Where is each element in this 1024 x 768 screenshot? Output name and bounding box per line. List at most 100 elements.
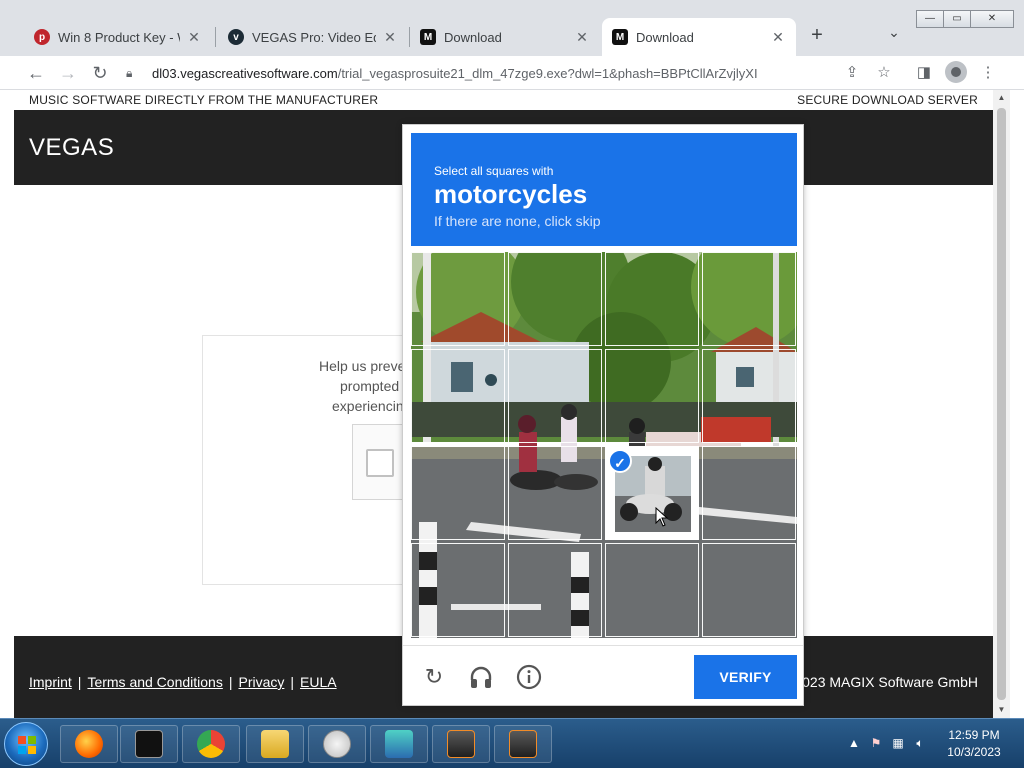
scroll-down-arrow-icon[interactable]: ▼ xyxy=(993,702,1010,718)
close-icon[interactable]: ✕ xyxy=(770,29,786,46)
tab-search-chevron-icon[interactable]: ⌄ xyxy=(884,24,904,44)
tab-win8-product-key[interactable]: p Win 8 Product Key - Wi ✕ xyxy=(24,18,212,56)
captcha-tile[interactable] xyxy=(702,543,796,637)
new-tab-button[interactable]: + xyxy=(804,22,830,48)
url-text: dl03.vegascreativesoftware.com/trial_veg… xyxy=(152,66,758,81)
card-text-line: experiencin xyxy=(332,398,404,414)
action-center-icon[interactable]: ⚑ xyxy=(868,735,884,751)
vegas-app-icon xyxy=(509,730,537,758)
scrollbar-thumb[interactable] xyxy=(997,108,1006,700)
tab-title: VEGAS Pro: Video Editin xyxy=(252,29,376,45)
captcha-tile[interactable] xyxy=(702,252,796,346)
share-icon[interactable]: ⇪ xyxy=(840,61,864,85)
tab-download-1[interactable]: M Download ✕ xyxy=(410,18,600,56)
captcha-tile[interactable] xyxy=(508,446,602,540)
taskbar-vegas-1[interactable] xyxy=(432,725,490,763)
verify-button[interactable]: VERIFY xyxy=(694,655,797,699)
taskbar-chrome[interactable] xyxy=(182,725,240,763)
browser-toolbar: ← → ↻ 🔒︎ dl03.vegascreativesoftware.com/… xyxy=(0,56,1024,90)
link-separator: | xyxy=(290,674,295,690)
tab-download-active[interactable]: M Download ✕ xyxy=(602,18,796,56)
captcha-challenge: Select all squares with motorcycles If t… xyxy=(402,124,804,706)
tab-favicon: p xyxy=(34,29,50,45)
info-icon[interactable] xyxy=(516,664,542,690)
lock-icon: 🔒︎ xyxy=(126,65,133,80)
maximize-button[interactable]: ▭ xyxy=(943,10,971,28)
taskbar-installer[interactable] xyxy=(370,725,428,763)
top-strip: MUSIC SOFTWARE DIRECTLY FROM THE MANUFAC… xyxy=(14,90,993,110)
taskbar-explorer[interactable] xyxy=(246,725,304,763)
captcha-tile[interactable] xyxy=(411,252,505,346)
vegas-logo[interactable]: VEGAS xyxy=(29,134,114,162)
captcha-tile-selected[interactable]: ✓ xyxy=(605,446,699,540)
refresh-icon[interactable]: ↻ xyxy=(421,664,447,690)
installer-icon xyxy=(385,730,413,758)
footer-link-terms[interactable]: Terms and Conditions xyxy=(87,674,222,690)
tab-title: Win 8 Product Key - Wi xyxy=(58,29,180,45)
side-panel-icon[interactable]: ◨ xyxy=(912,61,936,85)
captcha-tile[interactable] xyxy=(411,446,505,540)
taskbar-clock-app[interactable] xyxy=(308,725,366,763)
close-window-button[interactable]: ✕ xyxy=(970,10,1014,28)
page-scrollbar[interactable]: ▲ ▼ xyxy=(993,90,1010,718)
captcha-tile[interactable] xyxy=(605,349,699,443)
tab-favicon: M xyxy=(420,29,436,45)
captcha-tile[interactable] xyxy=(508,252,602,346)
captcha-checkbox-widget xyxy=(352,424,408,500)
footer-links: Imprint | Terms and Conditions | Privacy | EUL… xyxy=(29,674,337,690)
close-icon[interactable]: ✕ xyxy=(382,29,398,46)
captcha-tile[interactable] xyxy=(605,543,699,637)
captcha-tile[interactable] xyxy=(605,252,699,346)
network-icon[interactable]: ▦ xyxy=(890,735,906,751)
footer-link-eula[interactable]: EULA xyxy=(300,674,337,690)
taskbar-firefox[interactable] xyxy=(60,725,118,763)
captcha-tile[interactable] xyxy=(411,349,505,443)
volume-muted-icon[interactable]: 🔈︎ xyxy=(912,735,928,751)
tab-strip: p Win 8 Product Key - Wi ✕ v VEGAS Pro: … xyxy=(0,0,1024,56)
captcha-skip-hint: If there are none, click skip xyxy=(434,213,601,229)
footer-link-privacy[interactable]: Privacy xyxy=(238,674,284,690)
taskbar-cmd[interactable] xyxy=(120,725,178,763)
vegas-app-icon xyxy=(447,730,475,758)
tab-favicon: v xyxy=(228,29,244,45)
start-button[interactable] xyxy=(4,722,48,766)
captcha-image-grid: ✓ xyxy=(411,252,797,638)
forward-arrow-icon[interactable]: → xyxy=(56,61,80,85)
copyright-text: 2023 MAGIX Software GmbH xyxy=(794,674,978,690)
captcha-tile[interactable] xyxy=(508,349,602,443)
show-hidden-icons-arrow-icon[interactable]: ▲ xyxy=(846,735,862,751)
captcha-checkbox[interactable] xyxy=(366,449,394,477)
close-icon[interactable]: ✕ xyxy=(186,29,202,46)
headphones-icon[interactable] xyxy=(468,664,494,690)
tab-vegas-pro[interactable]: v VEGAS Pro: Video Editin ✕ xyxy=(218,18,408,56)
captcha-keyword: motorcycles xyxy=(434,179,588,209)
link-separator: | xyxy=(228,674,233,690)
firefox-icon xyxy=(75,730,103,758)
address-bar[interactable]: 🔒︎ dl03.vegascreativesoftware.com/trial_… xyxy=(120,60,828,86)
browser-window: p Win 8 Product Key - Wi ✕ v VEGAS Pro: … xyxy=(0,0,1024,718)
mouse-cursor-icon xyxy=(655,507,669,527)
captcha-tile[interactable] xyxy=(411,543,505,637)
minimize-button[interactable]: — xyxy=(916,10,944,28)
tab-favicon: M xyxy=(612,29,628,45)
clock-time: 12:59 PM xyxy=(948,728,1000,742)
back-arrow-icon[interactable]: ← xyxy=(24,61,48,85)
captcha-tile[interactable] xyxy=(702,446,796,540)
link-separator: | xyxy=(77,674,82,690)
reload-icon[interactable]: ↻ xyxy=(88,61,112,85)
captcha-tile[interactable] xyxy=(508,543,602,637)
profile-avatar[interactable] xyxy=(945,61,967,83)
footer-link-imprint[interactable]: Imprint xyxy=(29,674,72,690)
captcha-prompt: Select all squares with motorcycles If t… xyxy=(411,133,797,246)
bookmark-star-icon[interactable]: ☆ xyxy=(872,61,896,85)
manufacturer-tagline: MUSIC SOFTWARE DIRECTLY FROM THE MANUFAC… xyxy=(29,93,379,107)
menu-kebab-icon[interactable]: ⋮ xyxy=(976,61,1000,85)
scroll-up-arrow-icon[interactable]: ▲ xyxy=(993,90,1010,106)
taskbar-vegas-2[interactable] xyxy=(494,725,552,763)
captcha-tile[interactable] xyxy=(702,349,796,443)
close-icon[interactable]: ✕ xyxy=(574,29,590,46)
chrome-icon xyxy=(197,730,225,758)
taskbar-clock[interactable]: 12:59 PM 10/3/2023 xyxy=(934,727,1014,761)
windows-flag-icon xyxy=(18,736,36,754)
selected-check-icon: ✓ xyxy=(608,449,632,473)
